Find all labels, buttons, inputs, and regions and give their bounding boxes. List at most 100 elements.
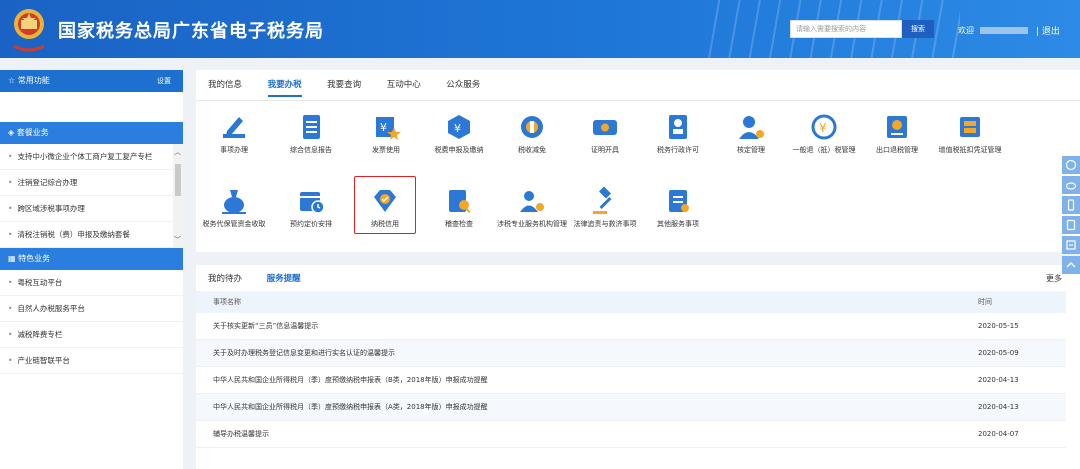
row-title[interactable]: 关于核实更新“三员”信息温馨提示 [213,313,318,340]
inspection-icon [449,190,471,213]
tab-interaction[interactable]: 互动中心 [387,78,421,95]
money-bag-icon [222,190,246,214]
package-business-header[interactable]: ◈ 套餐业务 [0,122,183,144]
logout-link[interactable]: | 退出 [1036,24,1060,37]
service-tax-credit[interactable]: 纳税信用 [354,176,416,234]
scrollbar-thumb[interactable] [175,164,181,196]
sidebar-item[interactable]: 支持中小微企业个体工商户复工复产专栏 [0,144,183,170]
row-title[interactable]: 辅导办税温馨提示 [213,421,269,448]
package-business-label: 套餐业务 [16,128,49,137]
service-refund[interactable]: ¥ 一般退（抵）税管理 [789,112,859,155]
service-tax-declare[interactable]: ¥ 税费申报及缴纳 [424,112,494,155]
tab-tax-handling[interactable]: 我要办税 [267,78,302,97]
column-header-date: 时间 [978,298,992,306]
credit-diamond-icon [374,190,396,212]
row-title[interactable]: 关于及时办理税务登记信息变更和进行实名认证的温馨提示 [213,340,395,367]
row-title[interactable]: 中华人民共和国企业所得税月（季）度预缴纳税申报表（B类，2018年版）申报成功提… [213,367,488,394]
service-agency-management[interactable]: 涉税专业服务机构管理 [497,186,567,229]
customer-service-icon[interactable] [1062,156,1080,174]
grid-icon: ▦ [8,254,16,263]
service-label: 其他服务事项 [657,220,699,228]
tablet-icon[interactable] [1062,216,1080,234]
table-header: 事项名称 时间 [196,291,1066,313]
service-export-refund[interactable]: 出口退税管理 [862,112,932,155]
svg-text:¥: ¥ [454,122,461,135]
service-label: 纳税信用 [371,220,399,228]
sidebar-item[interactable]: 减税降费专栏 [0,322,183,348]
tab-divider [196,100,1080,101]
chevron-up-icon[interactable]: ︿ [174,147,181,157]
tab-public-service[interactable]: 公众服务 [446,78,480,95]
service-label: 事项办理 [220,146,248,154]
table-row[interactable]: 辅导办税温馨提示 2020-04-07 [196,421,1066,448]
service-verify-manage[interactable]: 核定管理 [716,112,786,155]
certificate-icon [593,120,617,135]
settings-link[interactable]: 设置 [157,70,171,92]
row-date: 2020-04-13 [978,403,1019,411]
service-other[interactable]: 其他服务事项 [643,186,713,229]
invoice-icon: ¥ [376,117,401,140]
more-link[interactable]: 更多 [1046,273,1062,284]
refund-icon: ¥ [811,114,837,140]
other-services-icon [669,190,689,212]
sidebar-item[interactable]: 粤税互动平台 [0,270,183,296]
service-legal-remedy[interactable]: 法律追责与救济事项 [570,186,640,229]
package-list: 支持中小微企业个体工商户复工复产专栏 注销登记综合办理 跨区域涉税事项办理 清税… [0,144,183,248]
service-label: 发票使用 [372,146,400,154]
common-functions-label: 常用功能 [17,76,50,85]
service-admin-permit[interactable]: 税务行政许可 [643,112,713,155]
table-row[interactable]: 中华人民共和国企业所得税月（季）度预缴纳税申报表（A类，2018年版）申报成功提… [196,394,1066,421]
row-date: 2020-05-09 [978,349,1019,357]
mobile-icon[interactable] [1062,196,1080,214]
sidebar-item[interactable]: 自然人办税服务平台 [0,296,183,322]
layers-icon: ◈ [8,128,15,137]
svg-text:¥: ¥ [380,121,387,134]
back-to-top-icon[interactable] [1062,256,1080,274]
pen-icon [223,117,245,138]
service-vat-deduction[interactable]: 增值税抵扣凭证管理 [935,112,1005,155]
table-row[interactable]: 关于核实更新“三员”信息温馨提示 2020-05-15 [196,313,1066,340]
common-functions-header[interactable]: ☆ 常用功能 设置 [0,70,183,92]
table-row[interactable]: 关于及时办理税务登记信息变更和进行实名认证的温馨提示 2020-05-09 [196,340,1066,367]
service-tax-relief[interactable]: 税收减免 [497,112,567,155]
chevron-down-icon[interactable]: ﹀ [174,235,181,245]
sidebar-item[interactable]: 跨区域涉税事项办理 [0,196,183,222]
main-tabs: 我的信息 我要办税 我要查询 互动中心 公众服务 [208,78,503,98]
logout-label: 退出 [1041,27,1060,37]
weibo-icon[interactable] [1062,176,1080,194]
welcome-text: 欢迎 [958,26,974,35]
sidebar-scrollbar[interactable]: ︿ ﹀ [173,144,183,248]
service-label: 税费申报及缴纳 [434,146,484,154]
service-fund-custody[interactable]: 税务代保管资金收取 [199,186,269,229]
gavel-icon [593,186,612,214]
feedback-icon[interactable] [1062,236,1080,254]
row-date: 2020-04-13 [978,376,1019,384]
tab-service-reminder[interactable]: 服务提醒 [267,272,301,284]
row-title[interactable]: 中华人民共和国企业所得税月（季）度预缴纳税申报表（A类，2018年版）申报成功提… [213,394,488,421]
search-input[interactable]: 请输入需要搜索的内容 [790,20,902,38]
sidebar-item[interactable]: 注销登记综合办理 [0,170,183,196]
service-label: 稽查检查 [445,220,473,228]
sidebar-item[interactable]: 产业链智联平台 [0,348,183,374]
admin-permit-icon [669,115,687,139]
service-inspection[interactable]: 稽查检查 [424,186,494,229]
service-label: 税收减免 [518,146,546,154]
right-toolbar [1062,156,1080,284]
service-pricing-arrangement[interactable]: 预约定价安排 [276,186,346,229]
row-date: 2020-05-15 [978,322,1019,330]
service-matter-handling[interactable]: 事项办理 [199,112,269,155]
sidebar-item[interactable]: 清税注销税（费）申报及缴纳套餐 [0,222,183,248]
tab-my-info[interactable]: 我的信息 [208,78,242,95]
search-button[interactable]: 搜索 [902,20,934,38]
service-info-report[interactable]: 综合信息报告 [276,112,346,155]
feature-list: 粤税互动平台 自然人办税服务平台 减税降费专栏 产业链智联平台 [0,270,183,374]
tab-my-todo[interactable]: 我的待办 [208,272,242,284]
service-label: 证明开具 [591,146,619,154]
service-invoice[interactable]: ¥ 发票使用 [351,112,421,155]
feature-business-header[interactable]: ▦ 特色业务 [0,248,183,270]
service-certificate[interactable]: 证明开具 [570,112,640,155]
table-row[interactable]: 中华人民共和国企业所得税月（季）度预缴纳税申报表（B类，2018年版）申报成功提… [196,367,1066,394]
reminder-panel: 我的待办 服务提醒 更多 事项名称 时间 关于核实更新“三员”信息温馨提示 20… [196,265,1080,469]
service-panel: 我的信息 我要办税 我要查询 互动中心 公众服务 事项办理 综合信息报告 ¥ 发… [196,70,1080,252]
tab-query[interactable]: 我要查询 [327,78,361,95]
